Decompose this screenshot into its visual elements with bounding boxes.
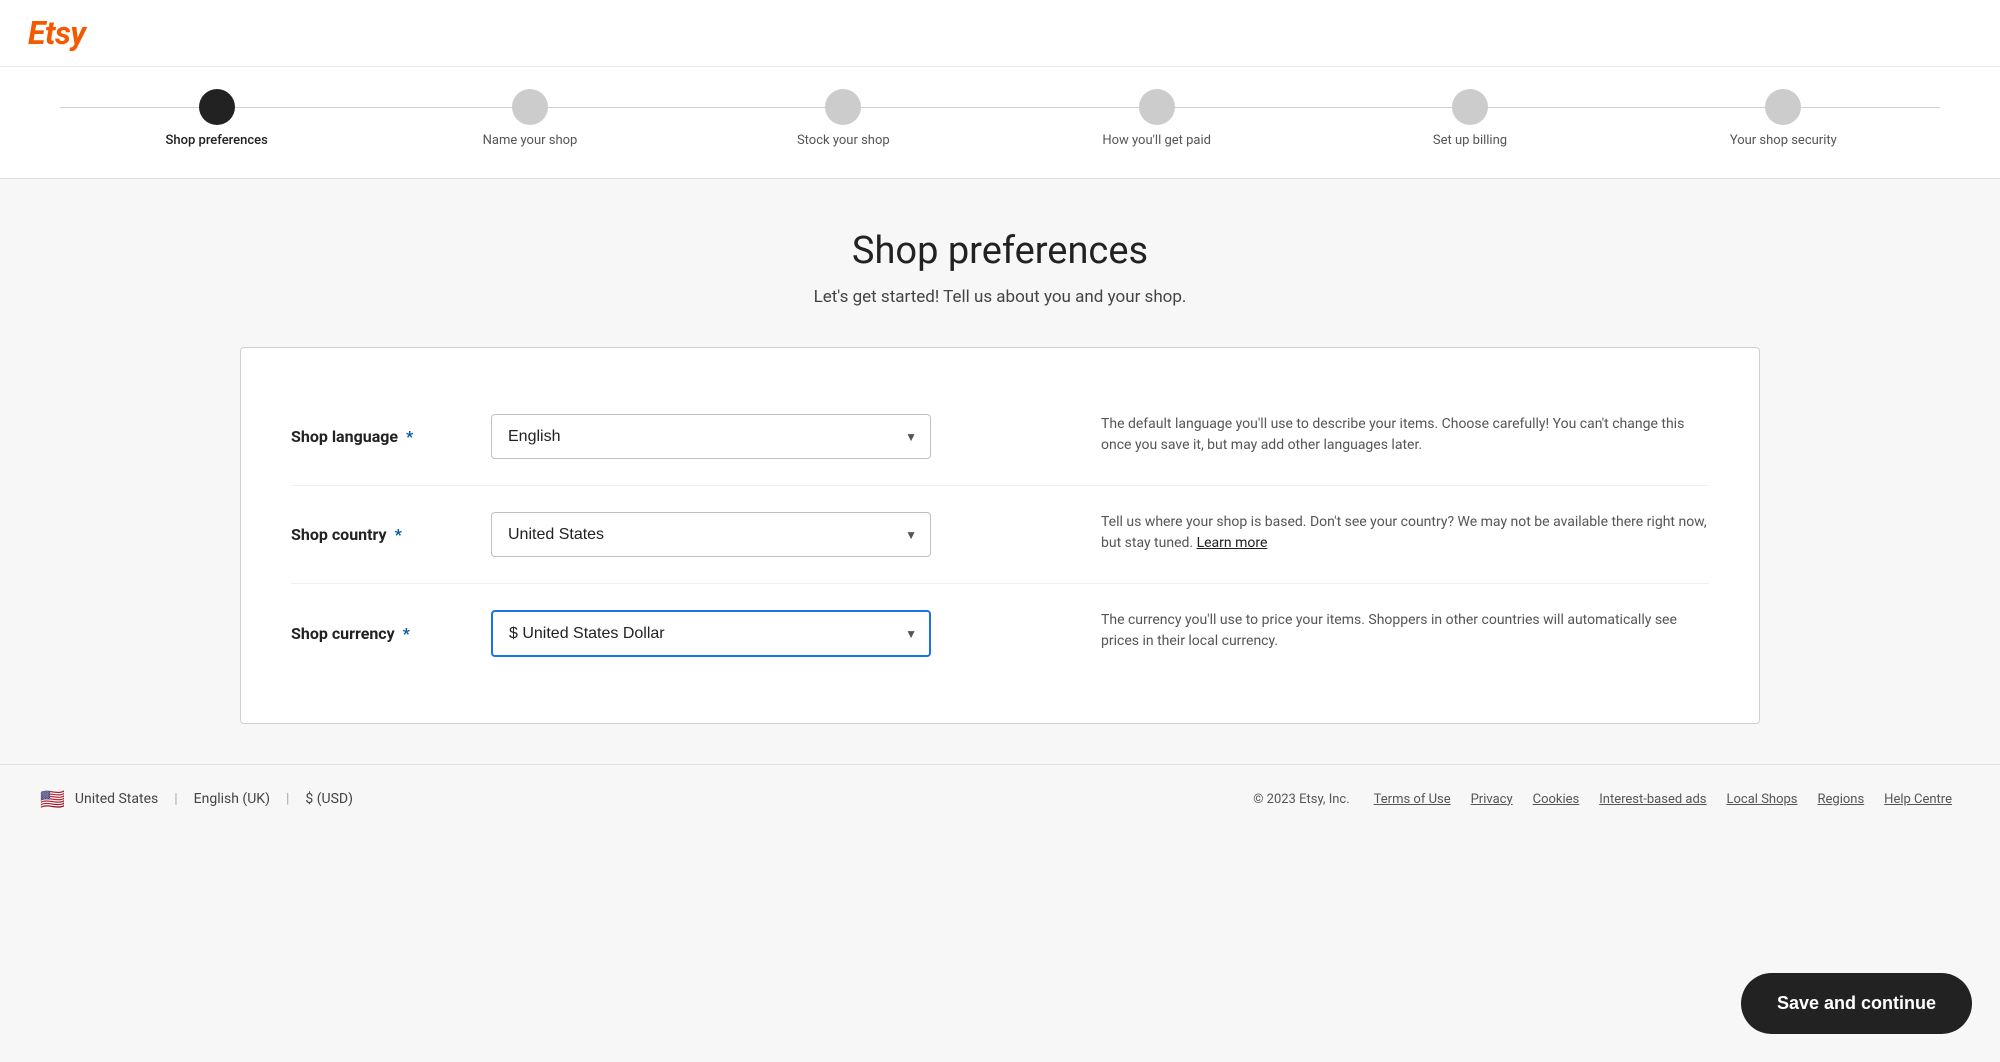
step-label-5: Your shop security [1730,133,1837,148]
field-label-0: Shop language * [291,427,491,446]
progress-step-2: Stock your shop [687,89,1000,148]
form-row-left-0: Shop language *English▼ [291,414,1041,459]
field-label-1: Shop country * [291,525,491,544]
step-dot-5 [1765,89,1801,125]
form-row-left-1: Shop country *United States▼ [291,512,1041,557]
step-label-1: Name your shop [483,133,578,148]
save-button-container: Save and continue [1741,973,1972,1034]
footer-locale: United States [75,791,158,807]
select-2[interactable]: $ United States Dollar [491,610,931,657]
required-star-2: * [399,624,410,643]
page-subtitle: Let's get started! Tell us about you and… [240,287,1760,307]
footer-divider-2: | [286,791,289,807]
flag-icon: 🇺🇸 [40,787,65,811]
progress-step-1: Name your shop [373,89,686,148]
save-continue-button[interactable]: Save and continue [1741,973,1972,1034]
progress-step-0: Shop preferences [60,89,373,148]
required-star-0: * [402,427,413,446]
progress-step-3: How you'll get paid [1000,89,1313,148]
hint-link-1[interactable]: Learn more [1197,535,1268,551]
footer-link-2[interactable]: Cookies [1533,792,1580,807]
form-row-2: Shop currency *$ United States Dollar▼ Th… [291,584,1709,683]
step-label-0: Shop preferences [166,133,268,148]
form-row-right-2: The currency you'll use to price your it… [1041,610,1709,652]
footer-link-1[interactable]: Privacy [1471,792,1513,807]
step-dot-0 [199,89,235,125]
main-content: Shop preferences Let's get started! Tell… [200,179,1800,764]
step-label-3: How you'll get paid [1102,133,1211,148]
form-row-1: Shop country *United States▼ Tell us wher… [291,486,1709,584]
page-title: Shop preferences [240,229,1760,273]
form-row-right-1: Tell us where your shop is based. Don't … [1041,512,1709,554]
footer-right: © 2023 Etsy, Inc. Terms of Use Privacy Coo… [1253,792,1960,807]
form-row-left-2: Shop currency *$ United States Dollar▼ [291,610,1041,657]
progress-step-4: Set up billing [1313,89,1626,148]
select-0[interactable]: English [491,414,931,459]
footer: 🇺🇸 United States | English (UK) | $ (USD… [0,764,2000,833]
step-dot-3 [1139,89,1175,125]
form-row-right-0: The default language you'll use to descr… [1041,414,1709,456]
footer-link-5[interactable]: Regions [1818,792,1865,807]
step-label-2: Stock your shop [797,133,890,148]
step-dot-1 [512,89,548,125]
progress-steps: Shop preferences Name your shop Stock your… [60,89,1940,148]
progress-bar-container: Shop preferences Name your shop Stock your… [0,67,2000,179]
footer-link-3[interactable]: Interest-based ads [1599,792,1706,807]
footer-copyright: © 2023 Etsy, Inc. [1253,792,1349,807]
required-star-1: * [391,525,402,544]
hint-text-2: The currency you'll use to price your it… [1101,610,1709,652]
step-dot-2 [825,89,861,125]
footer-divider-1: | [174,791,177,807]
form-card: Shop language *English▼ The default langu… [240,347,1760,724]
hint-text-0: The default language you'll use to descr… [1101,414,1709,456]
select-wrapper-2[interactable]: $ United States Dollar▼ [491,610,931,657]
footer-link-4[interactable]: Local Shops [1727,792,1798,807]
field-label-2: Shop currency * [291,624,491,643]
progress-step-5: Your shop security [1627,89,1940,148]
footer-language: English (UK) [194,791,270,807]
step-dot-4 [1452,89,1488,125]
footer-left: 🇺🇸 United States | English (UK) | $ (USD… [40,787,353,811]
footer-link-6[interactable]: Help Centre [1884,792,1952,807]
select-wrapper-0[interactable]: English▼ [491,414,931,459]
hint-text-1: Tell us where your shop is based. Don't … [1101,512,1709,554]
select-1[interactable]: United States [491,512,931,557]
header: Etsy [0,0,2000,67]
footer-link-0[interactable]: Terms of Use [1374,792,1451,807]
step-label-4: Set up billing [1433,133,1507,148]
form-row-0: Shop language *English▼ The default langu… [291,388,1709,486]
etsy-logo: Etsy [28,14,86,52]
footer-currency: $ (USD) [305,791,353,807]
select-wrapper-1[interactable]: United States▼ [491,512,931,557]
